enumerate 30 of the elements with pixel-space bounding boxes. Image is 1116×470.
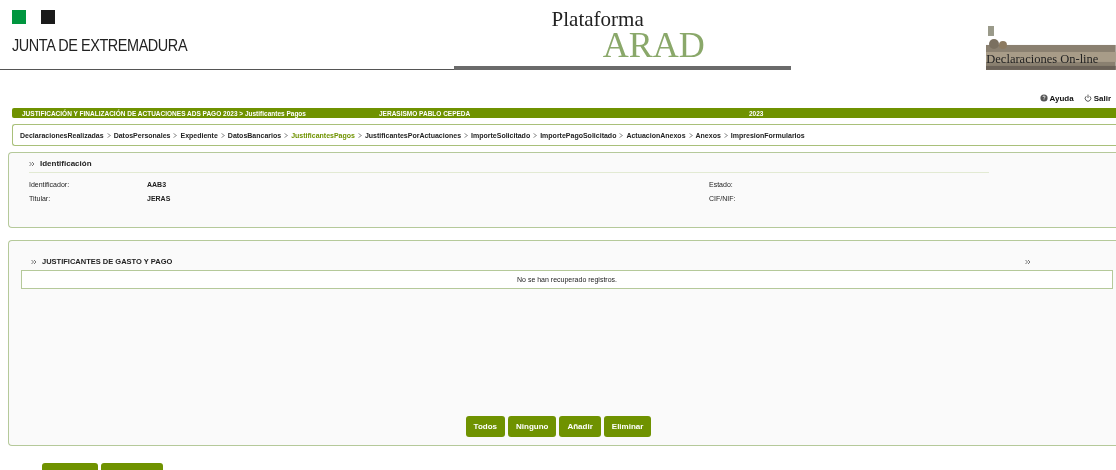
chevron-icon <box>29 160 35 167</box>
banner-caption: Declaraciones On-line <box>986 52 1099 67</box>
power-icon <box>1083 94 1092 102</box>
separator-icon <box>284 132 289 138</box>
logo-square-icon <box>41 10 55 24</box>
separator-icon <box>688 132 693 138</box>
action-button[interactable]: Añadir <box>559 416 601 437</box>
separator-icon <box>173 132 178 138</box>
platform-title: Plataforma <box>551 8 644 30</box>
separator-icon <box>723 132 728 138</box>
section-title: Identificación <box>40 159 92 168</box>
help-icon <box>1039 94 1048 102</box>
help-link[interactable]: Ayuda <box>1039 88 1074 108</box>
exit-link[interactable]: Salir <box>1083 88 1111 108</box>
action-button[interactable]: Ninguno <box>508 416 557 437</box>
separator-icon <box>106 132 111 138</box>
platform-name: ARAD <box>602 30 706 60</box>
logo-square-icon <box>12 10 26 24</box>
organization-name: JUNTA DE EXTREMADURA <box>12 36 188 56</box>
separator-icon <box>357 132 362 138</box>
separator-icon <box>220 132 225 138</box>
action-button[interactable]: Eliminar <box>603 416 652 437</box>
separator-icon <box>533 132 538 138</box>
cut-off-button[interactable] <box>42 463 98 470</box>
chevron-icon <box>1025 258 1031 265</box>
cut-off-button[interactable] <box>101 463 163 470</box>
separator-icon <box>619 132 624 138</box>
chevron-icon <box>31 258 37 265</box>
separator-icon <box>464 132 469 138</box>
action-button[interactable]: Todos <box>465 416 505 437</box>
